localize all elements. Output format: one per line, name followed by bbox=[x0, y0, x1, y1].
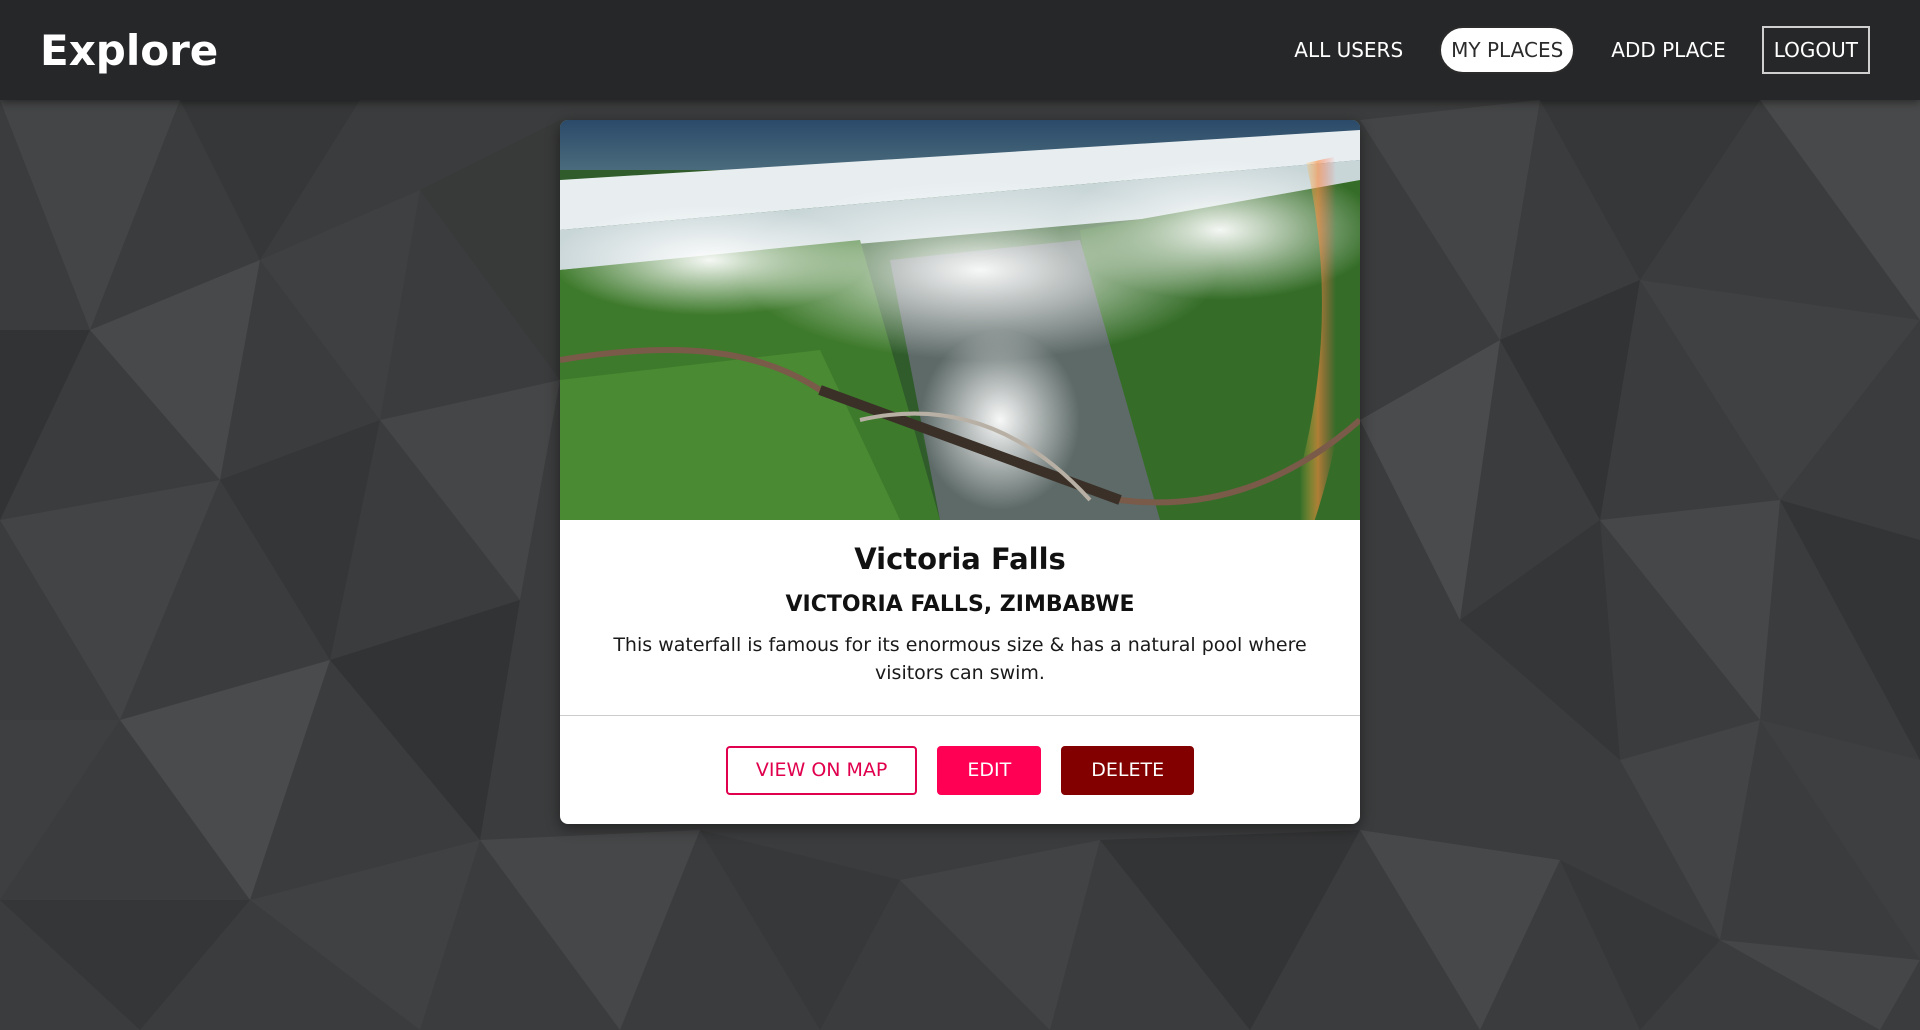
place-title: Victoria Falls bbox=[854, 542, 1066, 576]
nav-add-place[interactable]: ADD PLACE bbox=[1599, 26, 1737, 74]
place-address: VICTORIA FALLS, ZIMBABWE bbox=[785, 592, 1135, 617]
place-info: Victoria Falls VICTORIA FALLS, ZIMBABWE … bbox=[560, 520, 1360, 716]
place-image bbox=[560, 120, 1360, 520]
place-description: This waterfall is famous for its enormou… bbox=[613, 634, 1307, 684]
nav-my-places[interactable]: MY PLACES bbox=[1439, 26, 1576, 74]
logout-button[interactable]: LOGOUT bbox=[1761, 26, 1870, 74]
view-on-map-button[interactable]: VIEW ON MAP bbox=[725, 746, 918, 795]
place-card: Victoria Falls VICTORIA FALLS, ZIMBABWE … bbox=[560, 120, 1360, 824]
delete-button[interactable]: DELETE bbox=[1061, 746, 1195, 795]
edit-button[interactable]: EDIT bbox=[937, 746, 1042, 795]
place-actions: VIEW ON MAP EDIT DELETE bbox=[560, 716, 1360, 824]
nav-all-users[interactable]: ALL USERS bbox=[1282, 26, 1415, 74]
nav-links: ALL USERS MY PLACES ADD PLACE LOGOUT bbox=[1282, 26, 1870, 74]
brand-logo[interactable]: Explore bbox=[40, 26, 218, 75]
top-navbar: Explore ALL USERS MY PLACES ADD PLACE LO… bbox=[0, 0, 1920, 100]
